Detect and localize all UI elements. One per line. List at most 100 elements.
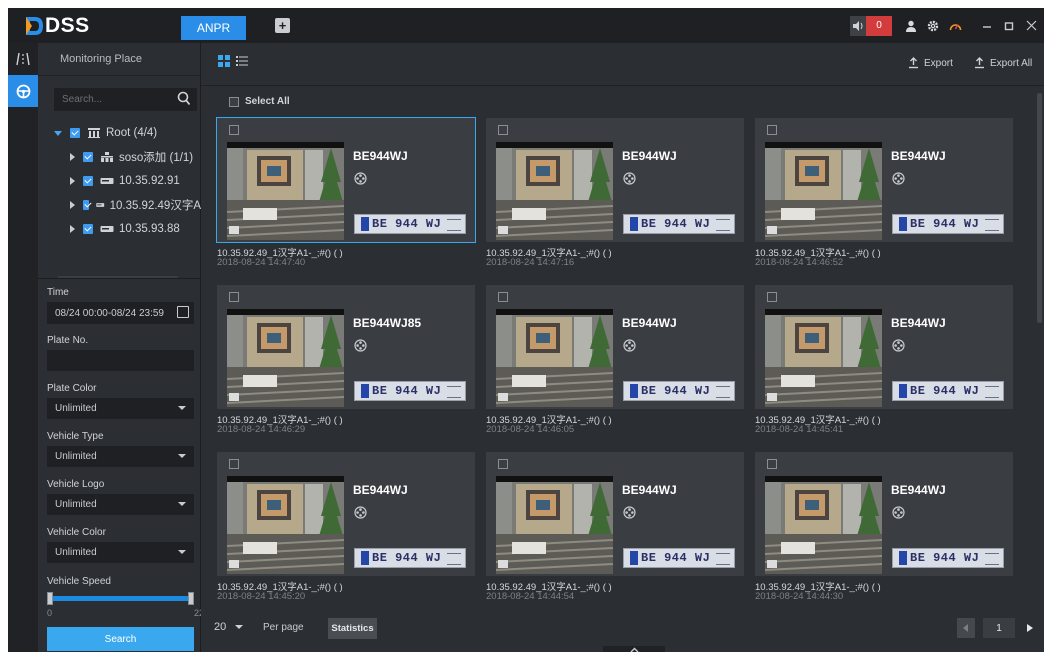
- record-card[interactable]: BE944WJ BE 944 WJ: [755, 285, 1013, 409]
- eu-flag-icon: [630, 217, 638, 231]
- expand-arrow-icon[interactable]: [70, 153, 75, 161]
- vehicle-speed-slider[interactable]: [47, 592, 194, 606]
- minimize-icon[interactable]: [976, 17, 998, 35]
- tree-node-soso[interactable]: soso添加 (1/1): [38, 145, 201, 169]
- film-reel-icon[interactable]: [892, 172, 905, 185]
- record-card[interactable]: BE944WJ BE 944 WJ: [486, 285, 744, 409]
- record-checkbox[interactable]: [229, 292, 239, 302]
- record-card[interactable]: BE944WJ BE 944 WJ: [217, 452, 475, 576]
- snapshot-image[interactable]: [765, 309, 882, 407]
- close-icon[interactable]: [1020, 17, 1042, 35]
- vehicle-color-select[interactable]: Unlimited: [47, 542, 194, 563]
- tree-checkbox[interactable]: [83, 200, 90, 210]
- plate-no-input[interactable]: [47, 350, 194, 371]
- record-card[interactable]: BE944WJ BE 944 WJ: [486, 118, 744, 242]
- plate-image[interactable]: BE 944 WJ: [354, 214, 466, 234]
- record-checkbox[interactable]: [229, 459, 239, 469]
- export-all-button[interactable]: Export All: [974, 57, 1032, 69]
- tree-checkbox[interactable]: [83, 176, 93, 186]
- alarm-indicator[interactable]: 0: [850, 15, 892, 36]
- snapshot-image[interactable]: [496, 309, 613, 407]
- record-checkbox[interactable]: [767, 292, 777, 302]
- expand-arrow-icon[interactable]: [70, 177, 75, 185]
- plate-image[interactable]: BE 944 WJ: [623, 381, 735, 401]
- record-card[interactable]: BE944WJ BE 944 WJ: [486, 452, 744, 576]
- record-checkbox[interactable]: [498, 459, 508, 469]
- tree-checkbox[interactable]: [70, 128, 80, 138]
- plate-image[interactable]: BE 944 WJ: [892, 548, 1004, 568]
- record-checkbox[interactable]: [498, 125, 508, 135]
- plate-image[interactable]: BE 944 WJ: [623, 548, 735, 568]
- search-icon[interactable]: [177, 91, 191, 107]
- search-button[interactable]: Search: [47, 627, 194, 651]
- plate-color-select[interactable]: Unlimited: [47, 398, 194, 419]
- maximize-icon[interactable]: [998, 17, 1020, 35]
- user-icon[interactable]: [902, 17, 920, 35]
- tab-anpr[interactable]: ANPR: [181, 16, 246, 40]
- tree-node-root[interactable]: Root (4/4): [38, 121, 201, 145]
- tree-checkbox[interactable]: [83, 152, 93, 162]
- film-reel-icon[interactable]: [354, 172, 367, 185]
- collapse-panel-button[interactable]: [603, 646, 665, 652]
- snapshot-image[interactable]: [765, 142, 882, 240]
- tree-checkbox[interactable]: [83, 224, 93, 234]
- record-card[interactable]: BE944WJ85 BE 944 WJ: [217, 285, 475, 409]
- record-card[interactable]: BE944WJ BE 944 WJ: [216, 117, 476, 243]
- next-page-button[interactable]: [1021, 618, 1039, 638]
- plate-color-label: Plate Color: [47, 383, 97, 394]
- film-reel-icon[interactable]: [892, 506, 905, 519]
- film-reel-icon[interactable]: [623, 172, 636, 185]
- export-button[interactable]: Export: [908, 57, 953, 69]
- record-card[interactable]: BE944WJ BE 944 WJ: [755, 118, 1013, 242]
- scrollbar[interactable]: [1037, 93, 1042, 323]
- time-range-field[interactable]: 08/24 00:00-08/24 23:59: [47, 302, 194, 324]
- snapshot-image[interactable]: [496, 142, 613, 240]
- per-page-select[interactable]: 20: [214, 621, 244, 633]
- film-reel-icon[interactable]: [354, 506, 367, 519]
- plate-image[interactable]: BE 944 WJ: [892, 381, 1004, 401]
- road-icon[interactable]: [8, 43, 38, 75]
- expand-arrow-icon[interactable]: [70, 201, 75, 209]
- film-reel-icon[interactable]: [623, 339, 636, 352]
- snapshot-image[interactable]: [227, 476, 344, 574]
- record-card[interactable]: BE944WJ BE 944 WJ: [755, 452, 1013, 576]
- tree-node-device-88[interactable]: 10.35.93.88: [38, 217, 201, 241]
- expand-arrow-icon[interactable]: [70, 225, 75, 233]
- statistics-button[interactable]: Statistics: [328, 618, 377, 639]
- plate-image[interactable]: BE 944 WJ: [892, 214, 1004, 234]
- search-input[interactable]: [54, 88, 174, 111]
- calendar-icon[interactable]: [177, 306, 189, 318]
- vehicle-logo-select[interactable]: Unlimited: [47, 494, 194, 515]
- record-checkbox[interactable]: [229, 125, 239, 135]
- current-page[interactable]: 1: [983, 618, 1015, 638]
- plate-image[interactable]: BE 944 WJ: [623, 214, 735, 234]
- film-reel-icon[interactable]: [623, 506, 636, 519]
- film-reel-icon[interactable]: [354, 339, 367, 352]
- steering-wheel-icon[interactable]: [8, 75, 38, 107]
- expand-arrow-icon[interactable]: [54, 130, 62, 136]
- snapshot-image[interactable]: [227, 142, 344, 240]
- film-reel-icon[interactable]: [892, 339, 905, 352]
- vehicle-type-select[interactable]: Unlimited: [47, 446, 194, 467]
- tree-node-device-91[interactable]: 10.35.92.91: [38, 169, 201, 193]
- previous-page-button[interactable]: [957, 618, 975, 638]
- slider-max-handle[interactable]: [188, 592, 194, 605]
- gear-icon[interactable]: [924, 17, 942, 35]
- record-checkbox[interactable]: [767, 459, 777, 469]
- plate-image[interactable]: BE 944 WJ: [354, 381, 466, 401]
- record-checkbox[interactable]: [498, 292, 508, 302]
- record-checkbox[interactable]: [767, 125, 777, 135]
- snapshot-image[interactable]: [496, 476, 613, 574]
- snapshot-image[interactable]: [227, 309, 344, 407]
- slider-min-handle[interactable]: [47, 592, 53, 605]
- performance-gauge-icon[interactable]: [946, 17, 964, 35]
- record-timestamp: 2018-08-24 14:44:54: [486, 591, 575, 602]
- grid-view-icon[interactable]: [218, 55, 230, 67]
- add-tab-button[interactable]: +: [275, 18, 290, 33]
- plate-image[interactable]: BE 944 WJ: [354, 548, 466, 568]
- snapshot-image[interactable]: [765, 476, 882, 574]
- tree-node-device-49[interactable]: 10.35.92.49汉字A: [38, 193, 201, 217]
- select-all-checkbox[interactable]: [229, 96, 239, 107]
- select-all[interactable]: Select All: [229, 96, 290, 107]
- list-view-icon[interactable]: [236, 55, 248, 67]
